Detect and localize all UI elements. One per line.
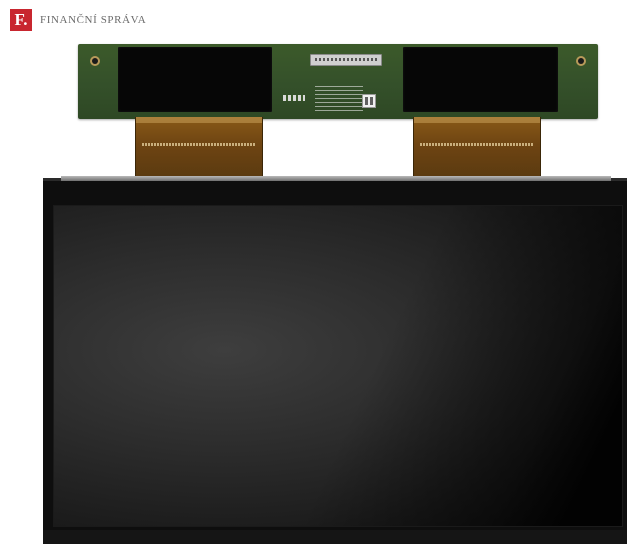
qr-label-icon xyxy=(362,94,376,108)
chip-block-right xyxy=(403,47,558,112)
silkscreen-print xyxy=(315,86,363,112)
flex-cable-left xyxy=(135,117,263,179)
flex-cable-right xyxy=(413,117,541,179)
flex-cable-print xyxy=(420,143,534,146)
flex-cable-contacts xyxy=(136,117,262,123)
lcd-screen xyxy=(53,205,623,527)
flex-cable-print xyxy=(142,143,256,146)
brand-text: FINANČNÍ SPRÁVA xyxy=(40,14,147,26)
mount-hole-right xyxy=(578,58,584,64)
header-pins xyxy=(283,95,305,101)
flex-cable-contacts xyxy=(414,117,540,123)
mount-hole-left xyxy=(92,58,98,64)
lcd-panel xyxy=(43,176,627,544)
board-connector xyxy=(310,54,382,66)
panel-top-edge xyxy=(61,176,611,181)
watermark-logo: F. FINANČNÍ SPRÁVA xyxy=(10,9,146,31)
panel-bottom-bezel xyxy=(43,530,627,544)
chip-block-left xyxy=(118,47,272,112)
control-board xyxy=(78,44,598,119)
logo-mark-icon: F. xyxy=(10,9,32,31)
